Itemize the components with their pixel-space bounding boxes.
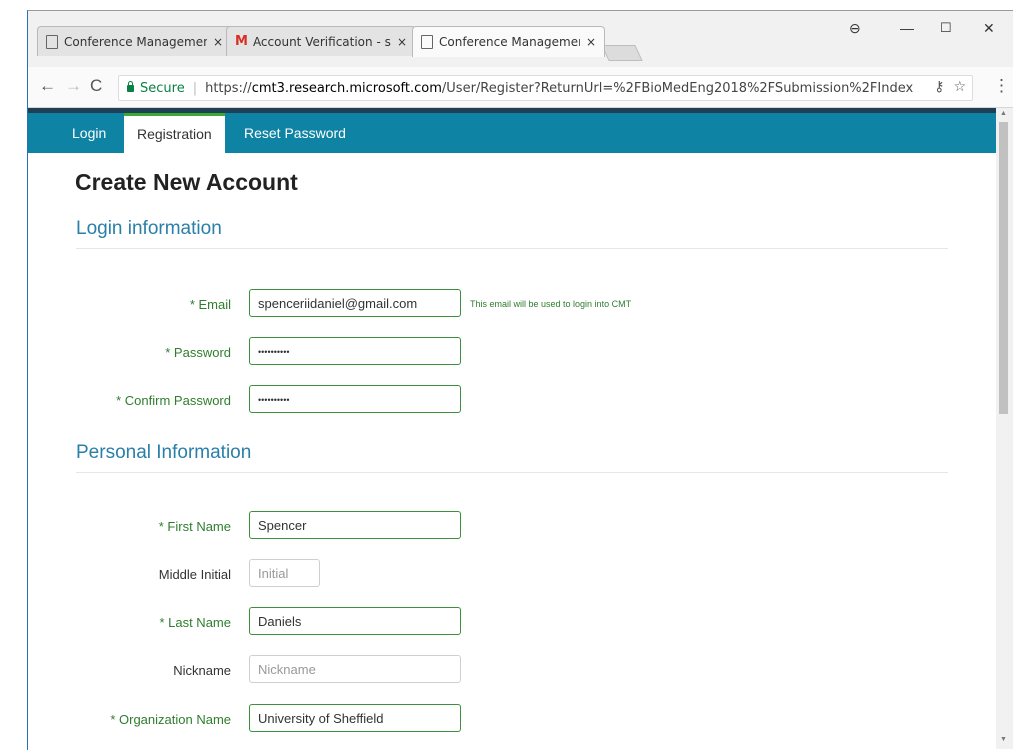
star-icon[interactable]: ☆: [953, 79, 966, 95]
tab-close-icon[interactable]: ×: [213, 35, 223, 49]
minimize-icon[interactable]: —: [900, 20, 914, 36]
url-prefix: https://: [205, 80, 252, 96]
forward-icon[interactable]: →: [65, 76, 82, 96]
tab-account-verification[interactable]: M Account Verification - sp ×: [226, 26, 416, 56]
lock-icon: [127, 80, 134, 92]
secure-label: Secure: [140, 80, 185, 96]
section-divider: [76, 248, 948, 249]
url-text: https://cmt3.research.microsoft.com/User…: [205, 81, 913, 96]
password-field[interactable]: ••••••••••: [249, 337, 461, 365]
confirm-password-label: * Confirm Password: [116, 393, 231, 408]
top-nav: Login Registration Reset Password: [28, 113, 996, 157]
page-title: Create New Account: [75, 169, 298, 195]
tab-conference-management-active[interactable]: Conference Management ×: [412, 26, 605, 57]
section-divider: [76, 472, 948, 473]
middle-initial-field[interactable]: Initial: [249, 559, 320, 587]
scroll-down-icon[interactable]: ▼: [1000, 736, 1007, 743]
section-personal-information: Personal Information: [76, 442, 252, 463]
tab-close-icon[interactable]: ×: [397, 35, 407, 49]
reload-icon[interactable]: C: [90, 76, 102, 96]
email-field[interactable]: spenceriidaniel@gmail.com: [249, 289, 461, 317]
divider: |: [192, 80, 198, 96]
gmail-icon: M: [235, 34, 248, 49]
address-bar[interactable]: Secure | https://cmt3.research.microsoft…: [118, 75, 973, 101]
tab-label: Account Verification - sp: [252, 34, 391, 49]
page-icon: [421, 35, 433, 49]
url-domain: cmt3.research.microsoft.com: [251, 80, 442, 96]
nickname-label: Nickname: [173, 663, 231, 678]
url-path: /User/Register?ReturnUrl=%2FBioMedEng201…: [441, 80, 914, 96]
nav-login[interactable]: Login: [59, 113, 119, 153]
close-icon[interactable]: ✕: [983, 20, 995, 37]
nickname-field[interactable]: Nickname: [249, 655, 461, 683]
new-tab-button[interactable]: [601, 45, 643, 61]
browser-window: Conference Management × M Account Verifi…: [0, 0, 1013, 750]
email-label: * Email: [189, 297, 231, 312]
organization-name-label: * Organization Name: [110, 712, 231, 727]
nav-registration[interactable]: Registration: [124, 113, 225, 157]
scroll-up-icon[interactable]: ▲: [1000, 110, 1007, 117]
confirm-password-field[interactable]: ••••••••••: [249, 385, 461, 413]
profile-icon[interactable]: ⊖: [849, 20, 861, 37]
last-name-field[interactable]: Daniels: [249, 607, 461, 635]
omnibox-actions: ⚷ ☆: [934, 79, 966, 95]
tab-label: Conference Management: [439, 35, 580, 49]
maximize-icon[interactable]: ☐: [940, 20, 952, 36]
first-name-label: * First Name: [158, 519, 231, 534]
password-label: * Password: [165, 345, 231, 360]
nav-reset-password[interactable]: Reset Password: [231, 113, 359, 153]
organization-name-field[interactable]: University of Sheffield: [249, 704, 461, 732]
tab-label: Conference Management: [64, 34, 207, 49]
last-name-label: * Last Name: [159, 615, 231, 630]
tab-close-icon[interactable]: ×: [586, 35, 596, 49]
email-hint: This email will be used to login into CM…: [470, 299, 632, 309]
tab-conference-management-1[interactable]: Conference Management ×: [37, 26, 232, 56]
middle-initial-label: Middle Initial: [158, 567, 231, 582]
scrollbar-thumb[interactable]: [999, 122, 1008, 414]
menu-icon[interactable]: ⋮: [993, 76, 1010, 96]
page-icon: [46, 34, 58, 49]
page-content: Login Registration Reset Password Create…: [28, 108, 996, 749]
first-name-field[interactable]: Spencer: [249, 511, 461, 539]
back-icon[interactable]: ←: [39, 76, 56, 96]
key-icon[interactable]: ⚷: [934, 79, 944, 95]
section-login-information: Login information: [76, 218, 222, 239]
